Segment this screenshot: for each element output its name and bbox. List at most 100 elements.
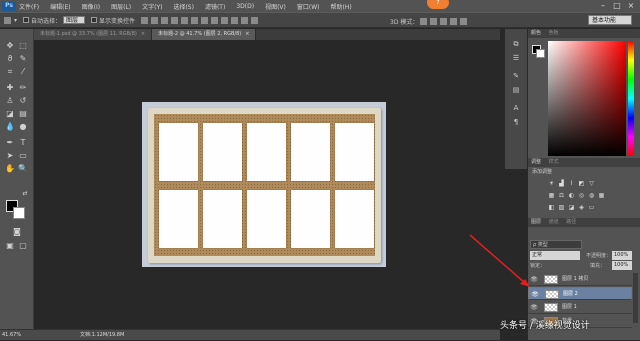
align-hcenter-icon[interactable] xyxy=(181,16,189,24)
close-tab-icon[interactable]: × xyxy=(141,31,145,37)
dodge-tool-icon[interactable]: ● xyxy=(18,122,28,132)
auto-select-checkbox[interactable] xyxy=(23,17,30,23)
visibility-eye-icon[interactable]: 👁 xyxy=(530,301,538,314)
canvas-area[interactable] xyxy=(34,40,500,329)
threshold-icon[interactable]: ◪ xyxy=(568,204,575,211)
posterize-icon[interactable]: ▨ xyxy=(558,204,565,211)
blend-mode-dropdown[interactable]: 正常 xyxy=(530,251,580,260)
selective-color-icon[interactable]: ◈ xyxy=(578,204,585,211)
color-picker-field[interactable] xyxy=(548,41,626,156)
screen-mode-alt-icon[interactable]: ▢ xyxy=(18,241,28,251)
show-transform-checkbox[interactable] xyxy=(91,17,98,23)
curves-icon[interactable]: ⌇ xyxy=(568,180,575,187)
brightness-icon[interactable]: ☀ xyxy=(548,180,555,187)
tab-channels[interactable]: 通道 xyxy=(549,219,559,225)
black-white-icon[interactable]: ◐ xyxy=(568,192,575,199)
menu-filter[interactable]: 滤镜(T) xyxy=(205,2,225,11)
close-tab-icon[interactable]: × xyxy=(245,31,249,37)
panel-background-swatch[interactable] xyxy=(536,49,545,58)
quick-mask-icon[interactable]: ◙ xyxy=(12,227,22,237)
3d-rotate-icon[interactable] xyxy=(420,18,428,25)
channel-mixer-icon[interactable]: ◍ xyxy=(588,192,595,199)
brush-tool-icon[interactable]: ✏ xyxy=(18,83,28,93)
eyedropper-tool-icon[interactable]: ⁄ xyxy=(18,67,28,77)
type-tool-icon[interactable]: T xyxy=(18,138,28,148)
3d-slide-icon[interactable] xyxy=(450,18,458,25)
layer-row[interactable]: 👁 图层 1 拷贝 xyxy=(528,273,632,286)
distribute-bottom-icon[interactable] xyxy=(221,16,229,24)
menu-layer[interactable]: 图层(L) xyxy=(111,2,131,11)
marquee-tool-icon[interactable]: ⬚ xyxy=(18,41,28,51)
distribute-top-icon[interactable] xyxy=(201,16,209,24)
clone-stamp-icon[interactable]: ♙ xyxy=(5,96,15,106)
tab-swatches[interactable]: 色板 xyxy=(549,30,559,36)
move-tool-icon[interactable]: ✥ xyxy=(5,41,15,51)
eraser-tool-icon[interactable]: ◪ xyxy=(5,109,15,119)
invert-icon[interactable]: ◧ xyxy=(548,204,555,211)
paragraph-panel-icon[interactable]: ¶ xyxy=(511,117,521,127)
tab-document-1[interactable]: 未标题-1.psd @ 33.7% (图层 11, RGB/8) × xyxy=(34,29,153,40)
hue-slider[interactable] xyxy=(628,41,634,156)
notification-badge[interactable]: 7 xyxy=(427,0,449,9)
layers-scrollbar[interactable] xyxy=(633,273,638,323)
minimize-icon[interactable]: – xyxy=(598,1,608,11)
menu-select[interactable]: 选择(S) xyxy=(173,2,194,11)
visibility-eye-icon[interactable]: 👁 xyxy=(530,273,538,286)
auto-select-dropdown[interactable]: 图层 xyxy=(63,16,86,24)
align-left-icon[interactable] xyxy=(171,16,179,24)
distribute-right-icon[interactable] xyxy=(251,16,259,24)
menu-view[interactable]: 视图(V) xyxy=(265,2,286,11)
menu-type[interactable]: 文字(Y) xyxy=(142,2,162,11)
crop-tool-icon[interactable]: ⌗ xyxy=(5,67,15,77)
hand-tool-icon[interactable]: ✋ xyxy=(5,164,15,174)
zoom-level[interactable]: 41.67% xyxy=(2,330,21,341)
menu-edit[interactable]: 编辑(E) xyxy=(50,2,70,11)
menu-3d[interactable]: 3D(D) xyxy=(236,3,254,10)
tab-paths[interactable]: 路径 xyxy=(566,219,576,225)
menu-help[interactable]: 帮助(H) xyxy=(331,2,352,11)
align-vcenter-icon[interactable] xyxy=(151,16,159,24)
levels-icon[interactable]: ▟ xyxy=(558,180,565,187)
3d-roll-icon[interactable] xyxy=(430,18,438,25)
tab-layers[interactable]: 图层 xyxy=(531,219,541,225)
vibrance-icon[interactable]: ▽ xyxy=(588,180,595,187)
color-lookup-icon[interactable]: ▦ xyxy=(598,192,605,199)
quick-select-tool-icon[interactable]: ✎ xyxy=(18,54,28,64)
screen-mode-icon[interactable]: ▣ xyxy=(5,241,15,251)
visibility-eye-icon[interactable]: 👁 xyxy=(531,288,539,301)
align-top-icon[interactable] xyxy=(141,16,149,24)
shape-tool-icon[interactable]: ▭ xyxy=(18,151,28,161)
menu-file[interactable]: 文件(F) xyxy=(19,2,39,11)
align-bottom-icon[interactable] xyxy=(161,16,169,24)
close-icon[interactable]: × xyxy=(626,1,636,11)
menu-window[interactable]: 窗口(W) xyxy=(297,2,320,11)
gradient-tool-icon[interactable]: ▤ xyxy=(18,109,28,119)
tab-document-2[interactable]: 未标题-2 @ 41.7% (图层 2, RGB/8) × xyxy=(152,29,257,40)
tab-adjustments[interactable]: 调整 xyxy=(531,159,541,165)
photo-filter-icon[interactable]: ◎ xyxy=(578,192,585,199)
hue-saturation-icon[interactable]: ▦ xyxy=(548,192,555,199)
menu-image[interactable]: 图像(I) xyxy=(82,2,100,11)
blur-tool-icon[interactable]: 💧 xyxy=(5,122,15,132)
path-select-icon[interactable]: ➤ xyxy=(5,151,15,161)
tab-styles[interactable]: 样式 xyxy=(549,159,559,165)
move-tool-preset[interactable]: ▾ xyxy=(4,16,17,24)
3d-drag-icon[interactable] xyxy=(440,18,448,25)
background-color[interactable] xyxy=(13,207,25,219)
align-right-icon[interactable] xyxy=(191,16,199,24)
document-canvas[interactable] xyxy=(142,102,386,267)
distribute-vcenter-icon[interactable] xyxy=(211,16,219,24)
character-panel-icon[interactable]: A xyxy=(511,103,521,113)
distribute-left-icon[interactable] xyxy=(231,16,239,24)
history-panel-icon[interactable]: ⧉ xyxy=(511,39,521,49)
pen-tool-icon[interactable]: ✒ xyxy=(5,138,15,148)
healing-brush-icon[interactable]: ✚ xyxy=(5,83,15,93)
maximize-icon[interactable]: □ xyxy=(612,1,622,11)
layer-filter-dropdown[interactable]: ρ 类型 xyxy=(530,240,582,249)
properties-panel-icon[interactable]: ☰ xyxy=(511,53,521,63)
color-balance-icon[interactable]: ⚖ xyxy=(558,192,565,199)
zoom-tool-icon[interactable]: 🔍 xyxy=(18,164,28,174)
layer-row-selected[interactable]: 👁 图层 2 xyxy=(528,287,632,300)
brush-presets-icon[interactable]: ▤ xyxy=(511,85,521,95)
history-brush-icon[interactable]: ↺ xyxy=(18,96,28,106)
